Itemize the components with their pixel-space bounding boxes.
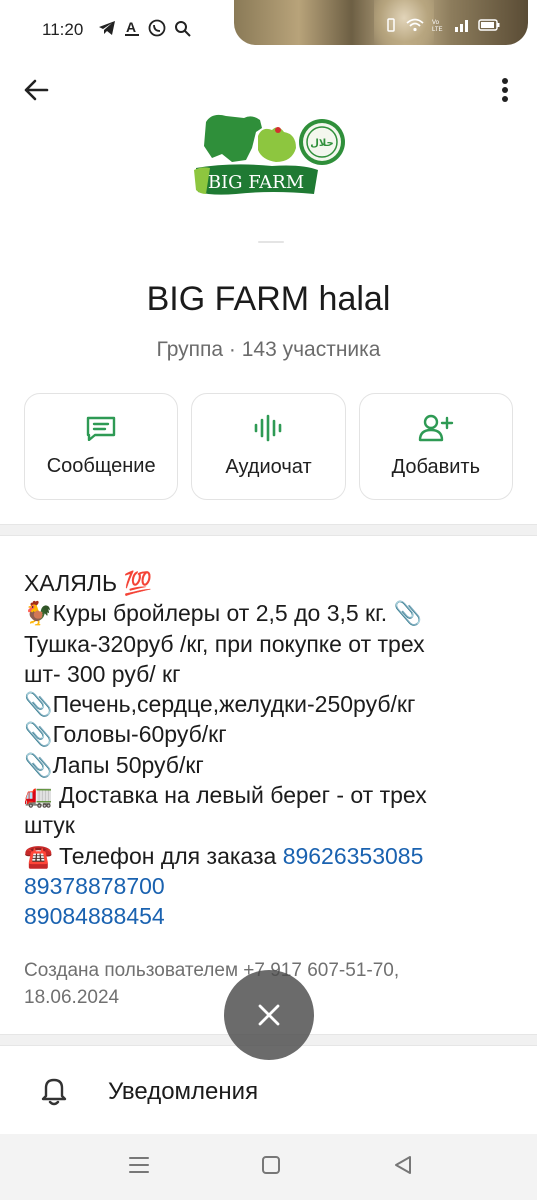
status-icons-left: A [98,19,191,37]
audio-wave-icon [255,414,282,442]
description-line: Тушка-320руб /кг, при покупке от трех [24,630,425,657]
close-overlay-button[interactable] [224,970,314,1060]
search-icon [175,20,191,37]
action-buttons: Сообщение Аудиочат Добавить [24,393,513,500]
signal-icon [455,20,468,32]
status-time: 11:20 [42,20,84,39]
audio-chat-button-label: Аудиочат [225,456,312,478]
telegram-icon [99,21,115,35]
description-line: 🐓Куры бройлеры от 2,5 до 3,5 кг. 📎 [24,600,423,627]
add-member-button[interactable]: Добавить [358,393,513,500]
phone-link[interactable]: 89084888454 [24,901,514,931]
close-icon [258,1004,280,1026]
group-description: ХАЛЯЛЬ 💯 🐓Куры бройлеры от 2,5 до 3,5 кг… [24,568,514,932]
logo-text: BIG FARM [208,172,304,193]
group-title: BIG FARM halal [146,280,391,318]
wifi-icon [406,18,424,32]
status-bar: 11:20 A Vo LTE [0,0,537,60]
phone-link[interactable]: 89378878700 [24,871,514,901]
add-user-icon [418,414,454,442]
description-line: 🚛 Доставка на левый берег - от трех [24,782,427,809]
svg-text:A: A [126,19,136,35]
group-avatar-logo[interactable]: حلال BIG FARM [192,108,352,203]
audio-chat-button[interactable]: Аудиочат [191,393,346,500]
description-line: 📎Печень,сердце,желудки-250руб/кг [24,691,416,718]
home-square-icon [262,1156,280,1174]
description-line: штук [24,812,75,839]
message-button[interactable]: Сообщение [24,393,179,500]
pip-status-icons: Vo LTE [384,18,500,32]
avatar-indicator [258,241,284,243]
group-subtitle: Группа · 143 участника [156,338,381,361]
more-vertical-icon [502,78,508,102]
notifications-row[interactable]: Уведомления [0,1048,537,1134]
system-nav-bar [0,1134,537,1200]
phone-link[interactable]: 89626353085 [283,843,424,869]
message-button-label: Сообщение [46,455,156,477]
recent-apps-button[interactable] [128,1154,150,1181]
arrow-left-icon [24,79,49,101]
more-options-button[interactable] [491,72,519,108]
description-line: ХАЛЯЛЬ 💯 [24,570,153,596]
notifications-label: Уведомления [108,1078,259,1105]
svg-text:LTE: LTE [432,27,443,32]
phone-line: ☎️ Телефон для заказа 89626353085 [24,841,514,871]
vibrate-icon [387,18,395,32]
system-back-button[interactable] [393,1154,413,1181]
section-divider [0,524,537,536]
volte-icon: VoLTE [432,20,443,32]
home-button[interactable] [261,1154,281,1181]
back-triangle-icon [395,1156,411,1174]
svg-text:Vo: Vo [432,20,440,26]
halal-seal-text: حلال [310,138,333,149]
video-pip[interactable]: Vo LTE [234,0,528,45]
bell-icon [41,1078,67,1106]
description-line: 📎Головы-60руб/кг [24,721,227,748]
message-icon [86,416,116,441]
battery-icon [478,19,500,31]
viber-icon [148,19,166,37]
menu-icon [129,1157,149,1173]
add-member-button-label: Добавить [391,456,481,478]
back-button[interactable] [18,72,54,108]
description-line: 📎Лапы 50руб/кг [24,751,204,778]
text-a-icon: A [125,19,139,36]
description-line: шт- 300 руб/ кг [24,660,181,687]
phone-prefix: ☎️ Телефон для заказа [24,842,283,869]
